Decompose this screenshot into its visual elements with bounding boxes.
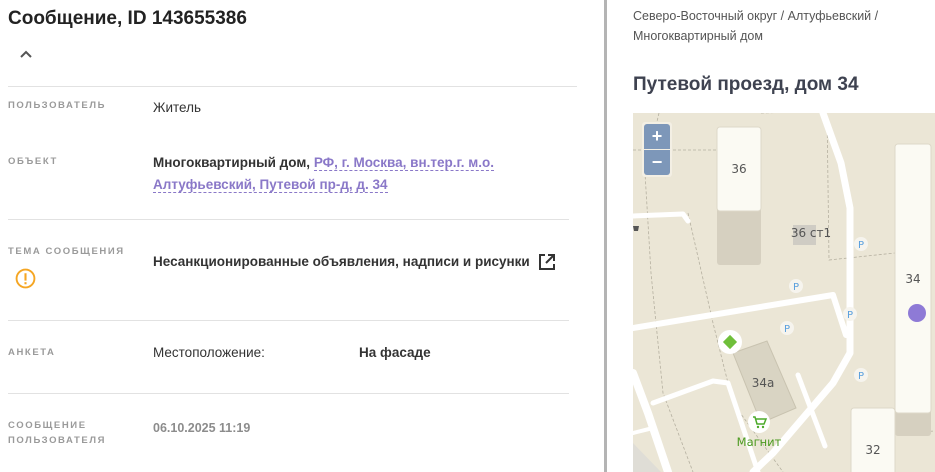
divider [8, 393, 569, 394]
parking-icons: P P P P P [780, 237, 868, 382]
survey-answer: На фасаде [359, 345, 431, 360]
building-label-36st1: 36 ст1 [791, 226, 831, 240]
warning-circle-icon [15, 268, 36, 289]
object-address-link[interactable]: РФ, г. Москва, вн.тер.г. м.о. [313, 155, 494, 171]
divider [8, 219, 569, 220]
parking-icon: P [793, 282, 799, 293]
zoom-in-button[interactable]: + [644, 124, 670, 149]
parking-icon: P [858, 371, 864, 382]
zoom-controls: + − [642, 122, 672, 177]
shop-cart-icon[interactable] [748, 411, 770, 433]
building-label-32: 32 [865, 443, 880, 457]
parking-icon: P [784, 324, 790, 335]
object-type: Многоквартирный дом, [153, 155, 311, 170]
message-date: 06.10.2025 11:19 [153, 421, 251, 435]
breadcrumb-line2: Многоквартирный дом [633, 29, 763, 43]
page-title: Сообщение, ID 143655386 [8, 8, 247, 29]
panel-divider[interactable] [604, 0, 607, 472]
topic-label: Тема сообщения [8, 246, 125, 257]
survey-question: Местоположение: [153, 345, 265, 360]
message-label-line2: пользователя [8, 435, 107, 446]
message-label: Сообщение пользователя [8, 418, 106, 448]
zoom-out-button[interactable]: − [644, 150, 670, 175]
object-address-link-2[interactable]: Алтуфьевский, Путевой пр-д, д. 34 [153, 177, 388, 193]
location-marker[interactable] [908, 304, 926, 322]
object-value: Многоквартирный дом, РФ, г. Москва, вн.т… [153, 152, 513, 196]
diamond-marker-icon[interactable] [718, 330, 742, 354]
message-label-line1: Сообщение [8, 420, 87, 431]
breadcrumb-line1: Северо-Восточный округ / Алтуфьевский / [633, 9, 879, 23]
parking-icon: P [847, 310, 853, 321]
building-36[interactable] [716, 126, 762, 265]
user-value: Житель [153, 100, 202, 115]
breadcrumb: Северо-Восточный округ / Алтуфьевский / М… [633, 6, 933, 46]
building-label-36: 36 [731, 162, 746, 176]
building-label-34a: 34а [752, 376, 775, 390]
divider [8, 320, 569, 321]
poi-label: Магнит [737, 435, 782, 449]
parking-icon: P [858, 240, 864, 251]
building-34[interactable] [894, 143, 932, 436]
divider [8, 86, 577, 87]
building-label-34: 34 [905, 272, 920, 286]
topic-value: Несанкционированные объявления, надписи … [153, 254, 530, 269]
address-title: Путевой проезд, дом 34 [633, 74, 859, 95]
map-canvas: 36 36 ст1 34 34а 32 P P P P P Магнит [633, 113, 935, 472]
chevron-up-icon[interactable] [18, 46, 34, 62]
external-link-icon[interactable] [537, 252, 557, 272]
object-label: Объект [8, 156, 58, 167]
user-label: Пользователь [8, 100, 107, 111]
map[interactable]: 36 36 ст1 34 34а 32 P P P P P Магнит + − [633, 113, 935, 472]
shop-icon [633, 226, 639, 231]
building-32[interactable] [850, 407, 896, 472]
survey-label: Анкета [8, 347, 56, 358]
